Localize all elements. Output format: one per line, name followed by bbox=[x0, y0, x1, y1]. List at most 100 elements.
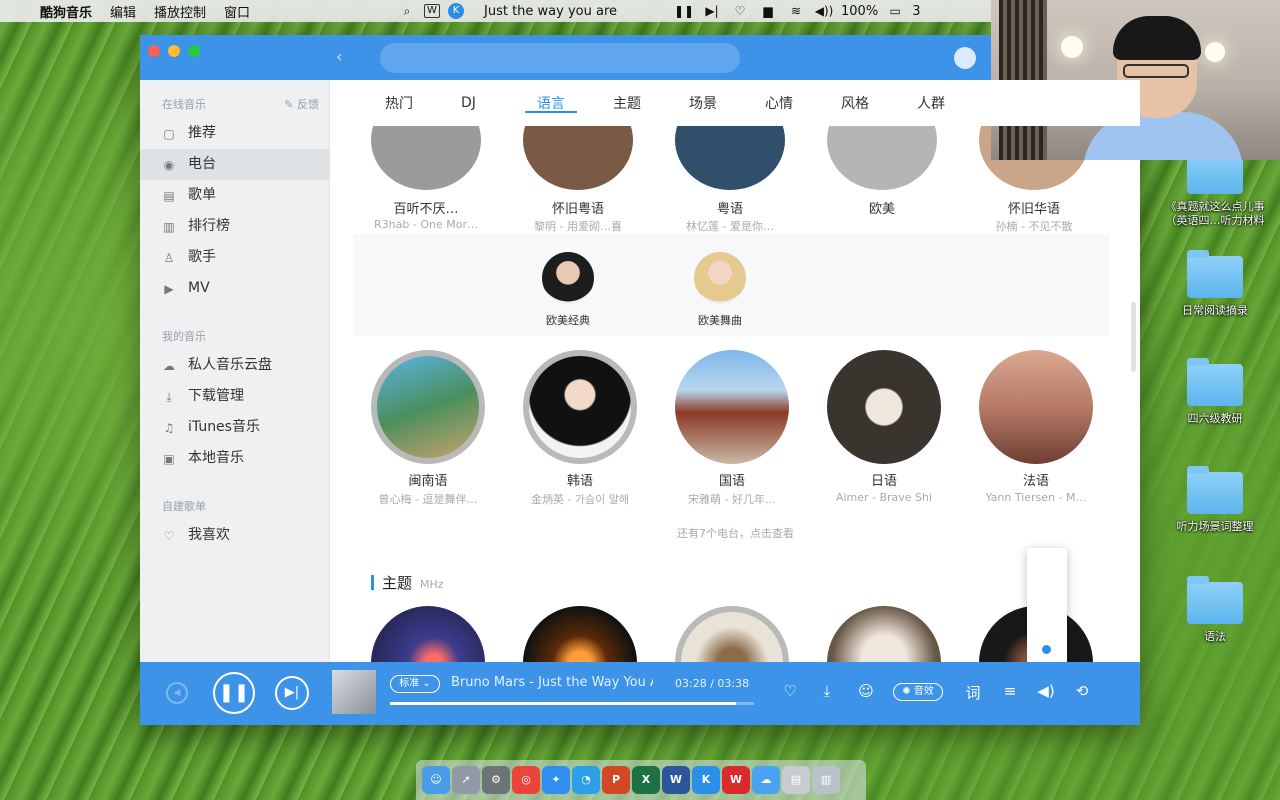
sidebar-item-singer[interactable]: ♙ 歌手 bbox=[140, 242, 329, 273]
station-cover[interactable] bbox=[371, 350, 485, 464]
tab-crowd[interactable]: 人群 bbox=[917, 93, 993, 113]
kugou-status-icon[interactable]: K bbox=[448, 3, 464, 19]
wps-icon[interactable]: W bbox=[722, 766, 750, 794]
next-track-button[interactable]: ▶| bbox=[275, 676, 309, 710]
quality-tag-button[interactable]: 标准 ⌄ bbox=[390, 675, 440, 693]
now-playing-title[interactable]: Just the way you are bbox=[484, 4, 617, 19]
station-cover[interactable] bbox=[523, 350, 637, 464]
play-mode-icon[interactable]: ⟲ bbox=[1070, 682, 1094, 700]
tab-theme[interactable]: 主题 bbox=[613, 93, 689, 113]
excel-icon[interactable]: X bbox=[632, 766, 660, 794]
volume-slider-popup[interactable] bbox=[1027, 548, 1067, 664]
feedback-link[interactable]: ✎ 反馈 bbox=[284, 92, 319, 118]
station-name[interactable]: 欧美舞曲 bbox=[675, 312, 765, 328]
sidebar-item-itunes[interactable]: ♫ iTunes音乐 bbox=[140, 412, 329, 443]
station-name[interactable]: 闽南语 bbox=[353, 470, 503, 489]
safari-icon[interactable]: ✦ bbox=[542, 766, 570, 794]
search-lyrics-icon[interactable]: ⌕ bbox=[396, 4, 418, 19]
station-cover[interactable] bbox=[675, 606, 789, 662]
sidebar-item-recommend[interactable]: ▢ 推荐 bbox=[140, 118, 329, 149]
qq-icon[interactable]: ◔ bbox=[572, 766, 600, 794]
more-stations-link[interactable]: 还有7个电台，点击查看 bbox=[331, 525, 1140, 541]
menu-playback[interactable]: 播放控制 bbox=[154, 2, 206, 21]
menu-window[interactable]: 窗口 bbox=[224, 2, 250, 21]
station-cover[interactable] bbox=[827, 350, 941, 464]
sidebar-item-charts[interactable]: ▥ 排行榜 bbox=[140, 211, 329, 242]
previous-track-button[interactable]: ◀ bbox=[166, 682, 188, 704]
progress-bar[interactable] bbox=[390, 702, 754, 705]
word-icon[interactable]: W bbox=[662, 766, 690, 794]
tab-language[interactable]: 语言 bbox=[525, 93, 613, 113]
station-cover[interactable] bbox=[827, 606, 941, 662]
display-icon[interactable]: ▆ bbox=[757, 4, 779, 18]
comment-icon[interactable]: ☺ bbox=[854, 682, 878, 700]
desktop-item[interactable]: 听力场景词整理 bbox=[1155, 466, 1275, 534]
menu-edit[interactable]: 编辑 bbox=[110, 2, 136, 21]
cloud-drive-icon[interactable]: ☁ bbox=[752, 766, 780, 794]
next-track-icon[interactable]: ▶| bbox=[701, 4, 723, 18]
station-name[interactable]: 法语 bbox=[961, 470, 1111, 489]
volume-icon[interactable]: ◀)) bbox=[813, 4, 835, 18]
launchpad-icon[interactable]: ➚ bbox=[452, 766, 480, 794]
close-button[interactable] bbox=[148, 45, 160, 57]
finder-icon[interactable]: ☺ bbox=[422, 766, 450, 794]
powerpoint-icon[interactable]: P bbox=[602, 766, 630, 794]
sidebar-item-playlist[interactable]: ▤ 歌单 bbox=[140, 180, 329, 211]
station-cover[interactable] bbox=[523, 606, 637, 662]
desktop-item[interactable]: 日常阅读摘录 bbox=[1155, 250, 1275, 318]
sidebar-item-downloads[interactable]: ⤓ 下载管理 bbox=[140, 381, 329, 412]
download-icon[interactable]: ⤓ bbox=[815, 682, 839, 700]
sidebar-item-local[interactable]: ▣ 本地音乐 bbox=[140, 443, 329, 474]
search-input[interactable] bbox=[380, 43, 740, 73]
station-name[interactable]: 欧美经典 bbox=[523, 312, 613, 328]
station-name[interactable]: 日语 bbox=[809, 470, 959, 489]
avatar[interactable] bbox=[954, 47, 976, 69]
volume-slider-knob[interactable] bbox=[1042, 645, 1051, 655]
chrome-icon[interactable]: ◎ bbox=[512, 766, 540, 794]
app-menu[interactable]: 酷狗音乐 bbox=[40, 2, 92, 21]
tab-scene[interactable]: 场景 bbox=[689, 93, 765, 113]
sidebar-item-cloud[interactable]: ☁ 私人音乐云盘 bbox=[140, 350, 329, 381]
station-cover-small[interactable] bbox=[694, 252, 746, 304]
station-name[interactable]: 百听不厌… bbox=[351, 198, 501, 217]
station-name[interactable]: 怀旧粤语 bbox=[503, 198, 653, 217]
station-cover[interactable] bbox=[371, 606, 485, 662]
station-name[interactable]: 欧美 bbox=[807, 198, 957, 217]
back-arrow-icon[interactable]: ‹ bbox=[336, 47, 342, 66]
kugou-icon[interactable]: K bbox=[692, 766, 720, 794]
content-scrollbar[interactable] bbox=[1131, 302, 1136, 372]
tab-style[interactable]: 风格 bbox=[841, 93, 917, 113]
station-name[interactable]: 国语 bbox=[657, 470, 807, 489]
tab-mood[interactable]: 心情 bbox=[765, 93, 841, 113]
sidebar-item-radio[interactable]: ◉ 电台 bbox=[140, 149, 329, 180]
lyrics-button[interactable]: 词 bbox=[961, 682, 985, 703]
volume-icon[interactable]: ◀) bbox=[1034, 682, 1058, 700]
trash-icon[interactable]: ▥ bbox=[812, 766, 840, 794]
favorite-heart-icon[interactable]: ♡ bbox=[778, 682, 802, 700]
preview-icon[interactable]: ▤ bbox=[782, 766, 810, 794]
station-name[interactable]: 粤语 bbox=[655, 198, 805, 217]
system-preferences-icon[interactable]: ⚙ bbox=[482, 766, 510, 794]
minimize-button[interactable] bbox=[168, 45, 180, 57]
desktop-item[interactable]: 语法 bbox=[1155, 576, 1275, 644]
station-cover[interactable] bbox=[979, 350, 1093, 464]
sidebar-item-favorites[interactable]: ♡ 我喜欢 bbox=[140, 520, 329, 551]
album-cover[interactable] bbox=[332, 670, 376, 714]
tab-dj[interactable]: DJ bbox=[461, 95, 537, 111]
station-cover[interactable] bbox=[675, 350, 789, 464]
app-extra-icon[interactable]: W bbox=[424, 4, 440, 18]
sound-effect-button[interactable]: ✺ 音效 bbox=[893, 683, 943, 701]
battery-icon[interactable]: ▭ bbox=[884, 4, 906, 18]
tab-hot[interactable]: 热门 bbox=[385, 93, 461, 113]
playlist-queue-icon[interactable]: ≡ bbox=[998, 682, 1022, 700]
pause-button[interactable]: ❚❚ bbox=[213, 672, 255, 714]
clock[interactable]: 3 bbox=[912, 4, 920, 19]
heart-outline-icon[interactable]: ♡ bbox=[729, 4, 751, 18]
station-name[interactable]: 韩语 bbox=[505, 470, 655, 489]
title-bar[interactable]: ‹ bbox=[140, 35, 1140, 80]
now-playing-song[interactable]: Bruno Mars - Just the Way You Are bbox=[451, 675, 653, 690]
station-cover-small[interactable] bbox=[542, 252, 594, 304]
pause-icon[interactable]: ❚❚ bbox=[673, 4, 695, 18]
station-name[interactable]: 怀旧华语 bbox=[959, 198, 1109, 217]
zoom-button[interactable] bbox=[188, 45, 200, 57]
